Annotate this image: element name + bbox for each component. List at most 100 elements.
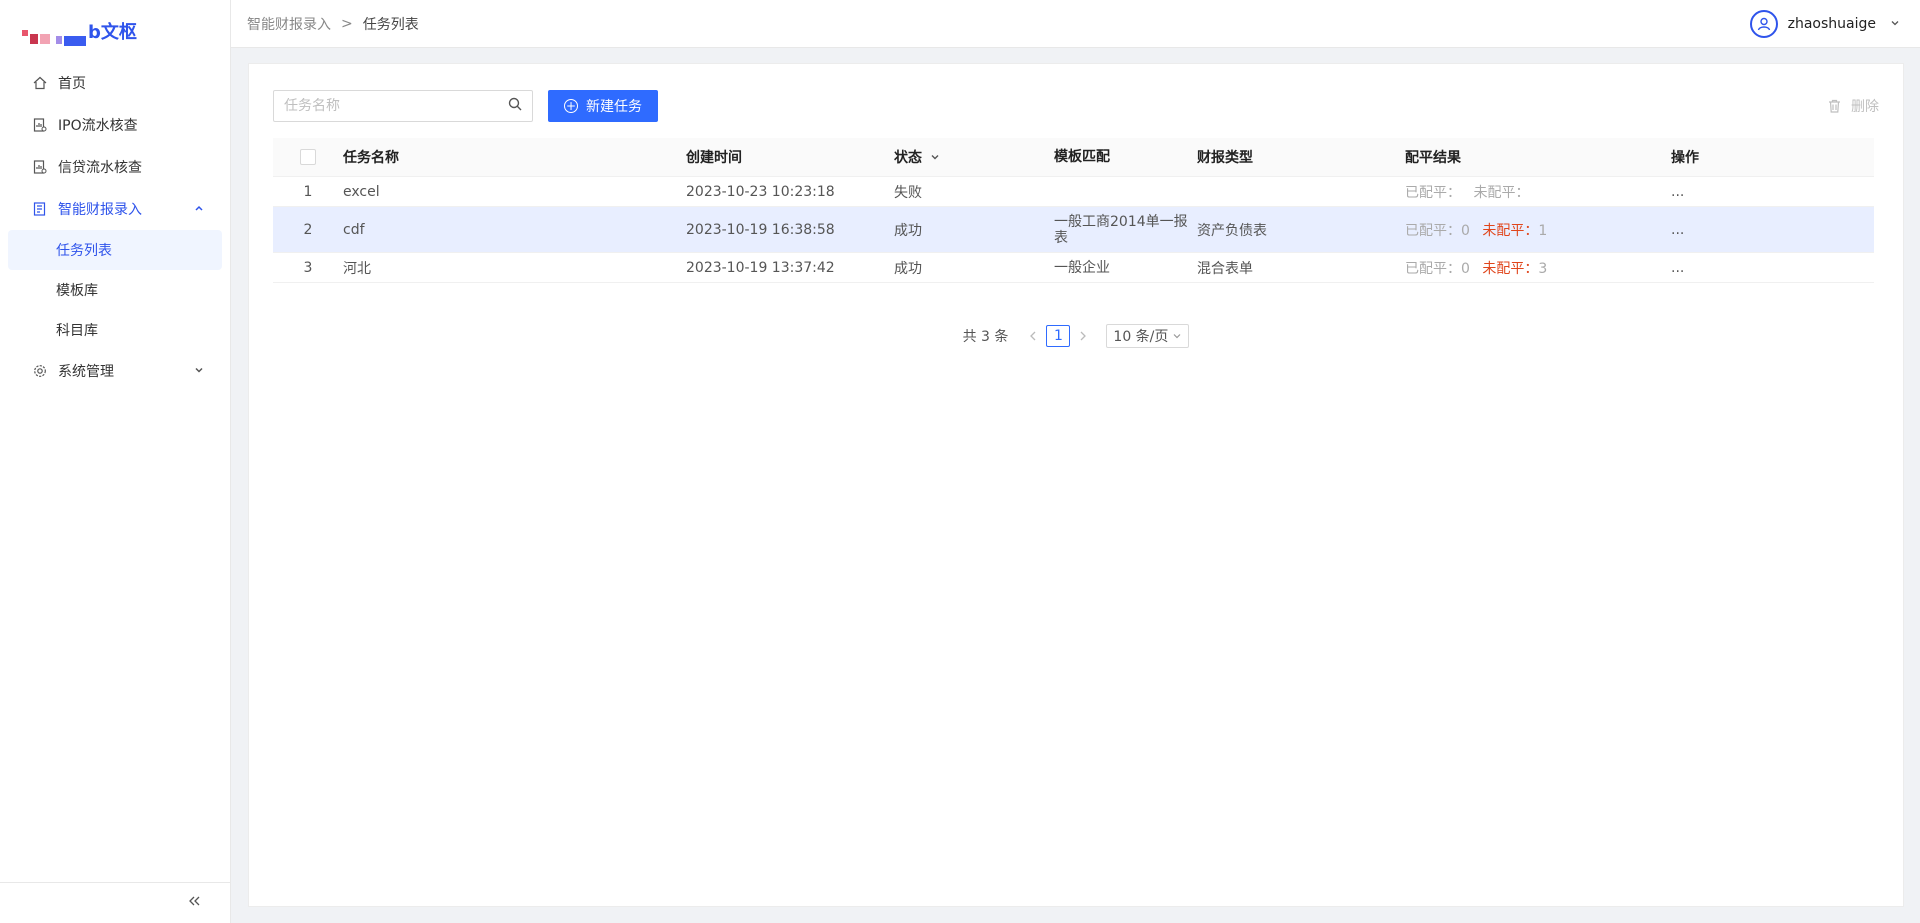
user-menu[interactable]: zhaoshuaige bbox=[1749, 0, 1900, 48]
column-header-created: 创建时间 bbox=[686, 150, 742, 166]
page-size-value: 10 条/页 bbox=[1113, 329, 1169, 345]
menu-item-label: 智能财报录入 bbox=[58, 202, 142, 218]
logo-mark bbox=[22, 18, 86, 46]
collapse-sidebar-button[interactable] bbox=[0, 882, 230, 923]
chevron-left-icon bbox=[1030, 331, 1036, 341]
new-task-label: 新建任务 bbox=[586, 99, 642, 115]
delete-button[interactable]: 删除 bbox=[1828, 96, 1879, 116]
unbalanced-count: 3 bbox=[1538, 260, 1548, 277]
balanced-label: 已配平： bbox=[1405, 222, 1461, 239]
logo: b文枢 bbox=[0, 0, 230, 62]
sidebar-item-subject-library[interactable]: 科目库 bbox=[8, 310, 222, 350]
menu-item-ipo[interactable]: IPO流水核查 bbox=[0, 104, 230, 146]
more-actions[interactable]: ... bbox=[1671, 260, 1874, 276]
column-header-status-label: 状态 bbox=[894, 150, 922, 166]
balance-result: 已配平：0 未配平：1 bbox=[1405, 220, 1671, 240]
menu-item-label: IPO流水核查 bbox=[58, 118, 138, 134]
username: zhaoshuaige bbox=[1787, 16, 1876, 32]
search-box bbox=[273, 90, 533, 122]
task-name: 河北 bbox=[343, 260, 371, 277]
table-row[interactable]: 3 河北 2023-10-19 13:37:42 成功 一般企业 混合表单 已配… bbox=[273, 253, 1874, 283]
select-all-checkbox[interactable] bbox=[300, 149, 316, 165]
task-table: 任务名称 创建时间 状态 模板匹配 财报类型 配平结果 操作 1 excel 2… bbox=[273, 138, 1874, 283]
sidebar: b文枢 首页 IPO流水核查 信贷流水核查 智能财报录入 任务列表 模板库 科目… bbox=[0, 0, 231, 923]
report-type: 混合表单 bbox=[1197, 260, 1253, 277]
pagination: 共 3 条 1 10 条/页 bbox=[249, 324, 1903, 348]
balanced-label: 已配平： bbox=[1405, 260, 1461, 277]
table-header: 任务名称 创建时间 状态 模板匹配 财报类型 配平结果 操作 bbox=[273, 138, 1874, 177]
balance-result: 已配平： 未配平： bbox=[1405, 182, 1671, 202]
status: 成功 bbox=[894, 222, 922, 239]
balanced-label: 已配平： bbox=[1405, 184, 1461, 201]
column-header-status[interactable]: 状态 bbox=[894, 147, 1054, 167]
delete-label: 删除 bbox=[1851, 99, 1879, 115]
column-header-operation: 操作 bbox=[1671, 150, 1699, 166]
status: 失败 bbox=[894, 184, 922, 201]
chevron-down-icon bbox=[194, 363, 204, 379]
plus-circle-icon: + bbox=[564, 99, 578, 113]
template-match: 一般企业 bbox=[1054, 259, 1110, 276]
content-card: + 新建任务 删除 任务名称 创建时间 状态 模板匹配 财报类型 配平结果 操作… bbox=[248, 63, 1904, 907]
table-row[interactable]: 2 cdf 2023-10-19 16:38:58 成功 一般工商2014单一报… bbox=[273, 207, 1874, 253]
chevron-right-icon bbox=[1080, 331, 1087, 341]
search-icon[interactable] bbox=[508, 97, 522, 115]
chevron-down-icon bbox=[930, 152, 940, 162]
chevron-down-icon bbox=[1173, 334, 1181, 339]
menu-item-label: 信贷流水核查 bbox=[58, 160, 142, 176]
logo-text: b文枢 bbox=[88, 22, 137, 43]
document-chart-icon bbox=[32, 159, 48, 175]
column-header-result: 配平结果 bbox=[1405, 150, 1461, 166]
pagination-total: 共 3 条 bbox=[962, 329, 1009, 345]
menu-item-smart-report[interactable]: 智能财报录入 bbox=[0, 188, 230, 230]
row-index: 2 bbox=[303, 221, 313, 238]
breadcrumb: 智能财报录入 > 任务列表 bbox=[247, 14, 419, 34]
balanced-count: 0 bbox=[1461, 222, 1470, 239]
toolbar: + 新建任务 删除 bbox=[273, 90, 1879, 122]
breadcrumb-item[interactable]: 智能财报录入 bbox=[247, 14, 331, 34]
next-page-button[interactable] bbox=[1072, 325, 1094, 347]
created-time: 2023-10-19 16:38:58 bbox=[686, 221, 835, 238]
created-time: 2023-10-23 10:23:18 bbox=[686, 183, 835, 200]
sidebar-item-task-list[interactable]: 任务列表 bbox=[8, 230, 222, 270]
balanced-count: 0 bbox=[1461, 260, 1470, 277]
breadcrumb-separator: > bbox=[341, 15, 353, 32]
task-name: excel bbox=[343, 183, 380, 200]
double-chevron-left-icon bbox=[188, 895, 202, 911]
page-number-current[interactable]: 1 bbox=[1046, 325, 1071, 347]
row-index: 1 bbox=[303, 183, 313, 200]
breadcrumb-current: 任务列表 bbox=[362, 16, 419, 33]
menu-item-label: 系统管理 bbox=[58, 364, 114, 380]
menu-item-label: 首页 bbox=[58, 76, 86, 92]
balance-result: 已配平：0 未配平：3 bbox=[1405, 258, 1671, 278]
menu-item-home[interactable]: 首页 bbox=[0, 62, 230, 104]
document-chart-icon bbox=[32, 117, 48, 133]
menu-item-system[interactable]: 系统管理 bbox=[0, 350, 230, 392]
gear-icon bbox=[32, 363, 48, 379]
more-actions[interactable]: ... bbox=[1671, 184, 1874, 200]
new-task-button[interactable]: + 新建任务 bbox=[548, 90, 658, 122]
chevron-down-icon bbox=[1890, 16, 1900, 32]
unbalanced-count: 1 bbox=[1538, 222, 1548, 239]
top-header: 智能财报录入 > 任务列表 zhaoshuaige bbox=[231, 0, 1920, 48]
search-input[interactable] bbox=[284, 98, 508, 114]
task-name: cdf bbox=[343, 221, 365, 238]
column-header-name: 任务名称 bbox=[343, 150, 399, 166]
unbalanced-label: 未配平： bbox=[1473, 184, 1530, 201]
created-time: 2023-10-19 13:37:42 bbox=[686, 259, 835, 276]
report-icon bbox=[32, 201, 48, 217]
status: 成功 bbox=[894, 260, 922, 277]
home-icon bbox=[32, 75, 48, 91]
row-index: 3 bbox=[303, 259, 313, 276]
column-header-template: 模板匹配 bbox=[1054, 149, 1110, 165]
report-type: 资产负债表 bbox=[1197, 222, 1267, 239]
trash-icon bbox=[1829, 99, 1840, 113]
sidebar-item-template-library[interactable]: 模板库 bbox=[8, 270, 222, 310]
more-actions[interactable]: ... bbox=[1671, 222, 1874, 238]
column-header-type: 财报类型 bbox=[1197, 150, 1253, 166]
table-row[interactable]: 1 excel 2023-10-23 10:23:18 失败 已配平： 未配平：… bbox=[273, 177, 1874, 207]
prev-page-button[interactable] bbox=[1022, 325, 1044, 347]
chevron-up-icon bbox=[194, 201, 204, 217]
page-size-select[interactable]: 10 条/页 bbox=[1106, 324, 1190, 348]
template-match: 一般工商2014单一报表 bbox=[1054, 213, 1188, 246]
menu-item-credit[interactable]: 信贷流水核查 bbox=[0, 146, 230, 188]
